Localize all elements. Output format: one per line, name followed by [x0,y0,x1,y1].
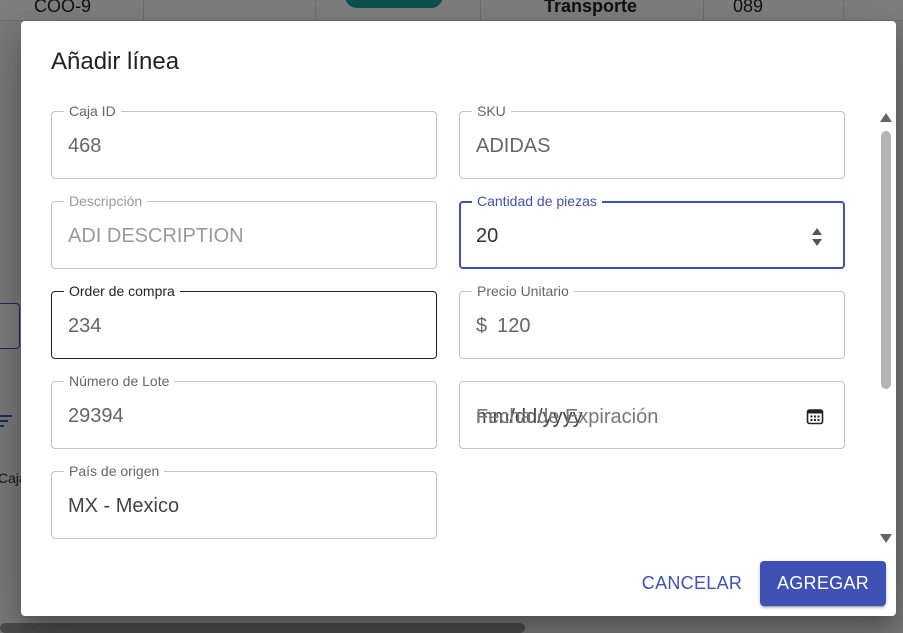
orden-compra-field[interactable]: Order de compra 234 [51,282,437,359]
sku-field[interactable]: SKU ADIDAS [459,102,845,179]
stepper-down-icon[interactable] [812,239,822,246]
add-button[interactable]: AGREGAR [760,561,886,606]
precio-unitario-value: $120 [476,315,531,338]
numero-lote-value: 29394 [68,405,124,427]
scroll-down-icon[interactable] [880,534,892,543]
precio-unitario-field[interactable]: Precio Unitario $120 [459,282,845,359]
currency-prefix: $ [476,315,488,337]
sku-value: ADIDAS [476,135,551,157]
descripcion-label: Descripción [64,192,148,210]
descripcion-value: ADI DESCRIPTION [68,225,244,247]
dialog-title: Añadir línea [51,48,180,75]
calendar-icon[interactable] [806,407,824,425]
scroll-thumb[interactable] [881,131,891,389]
caja-id-value: 468 [68,135,102,157]
pais-origen-field[interactable]: País de origen MX - Mexico [51,462,437,539]
cancel-button[interactable]: CANCELAR [633,561,751,605]
numero-lote-label: Número de Lote [64,372,175,390]
numero-lote-field[interactable]: Número de Lote 29394 [51,372,437,449]
cantidad-piezas-value: 20 [476,225,499,247]
caja-id-label: Caja ID [64,102,121,120]
orden-compra-label: Order de compra [64,282,180,300]
add-line-dialog: Añadir línea Caja ID 468 SKU ADIDAS Desc… [21,21,896,616]
number-stepper[interactable] [811,226,823,248]
pais-origen-label: País de origen [64,462,165,480]
stepper-up-icon[interactable] [812,228,822,235]
caja-id-field[interactable]: Caja ID 468 [51,102,437,179]
fecha-expiracion-placeholder: Fecha de Expiración [476,406,659,428]
cantidad-piezas-field[interactable]: Cantidad de piezas 20 [459,192,845,269]
cantidad-piezas-label: Cantidad de piezas [472,192,602,210]
orden-compra-value: 234 [68,315,102,337]
precio-amount: 120 [497,315,531,337]
pais-origen-value: MX - Mexico [68,495,180,517]
fecha-expiracion-field[interactable]: mm/dd/yyyy Fecha de Expiración [459,381,845,449]
dialog-scrollbar[interactable] [878,111,894,547]
precio-unitario-label: Precio Unitario [472,282,574,300]
scroll-up-icon[interactable] [880,113,892,122]
sku-label: SKU [472,102,511,120]
descripcion-field: Descripción ADI DESCRIPTION [51,192,437,269]
